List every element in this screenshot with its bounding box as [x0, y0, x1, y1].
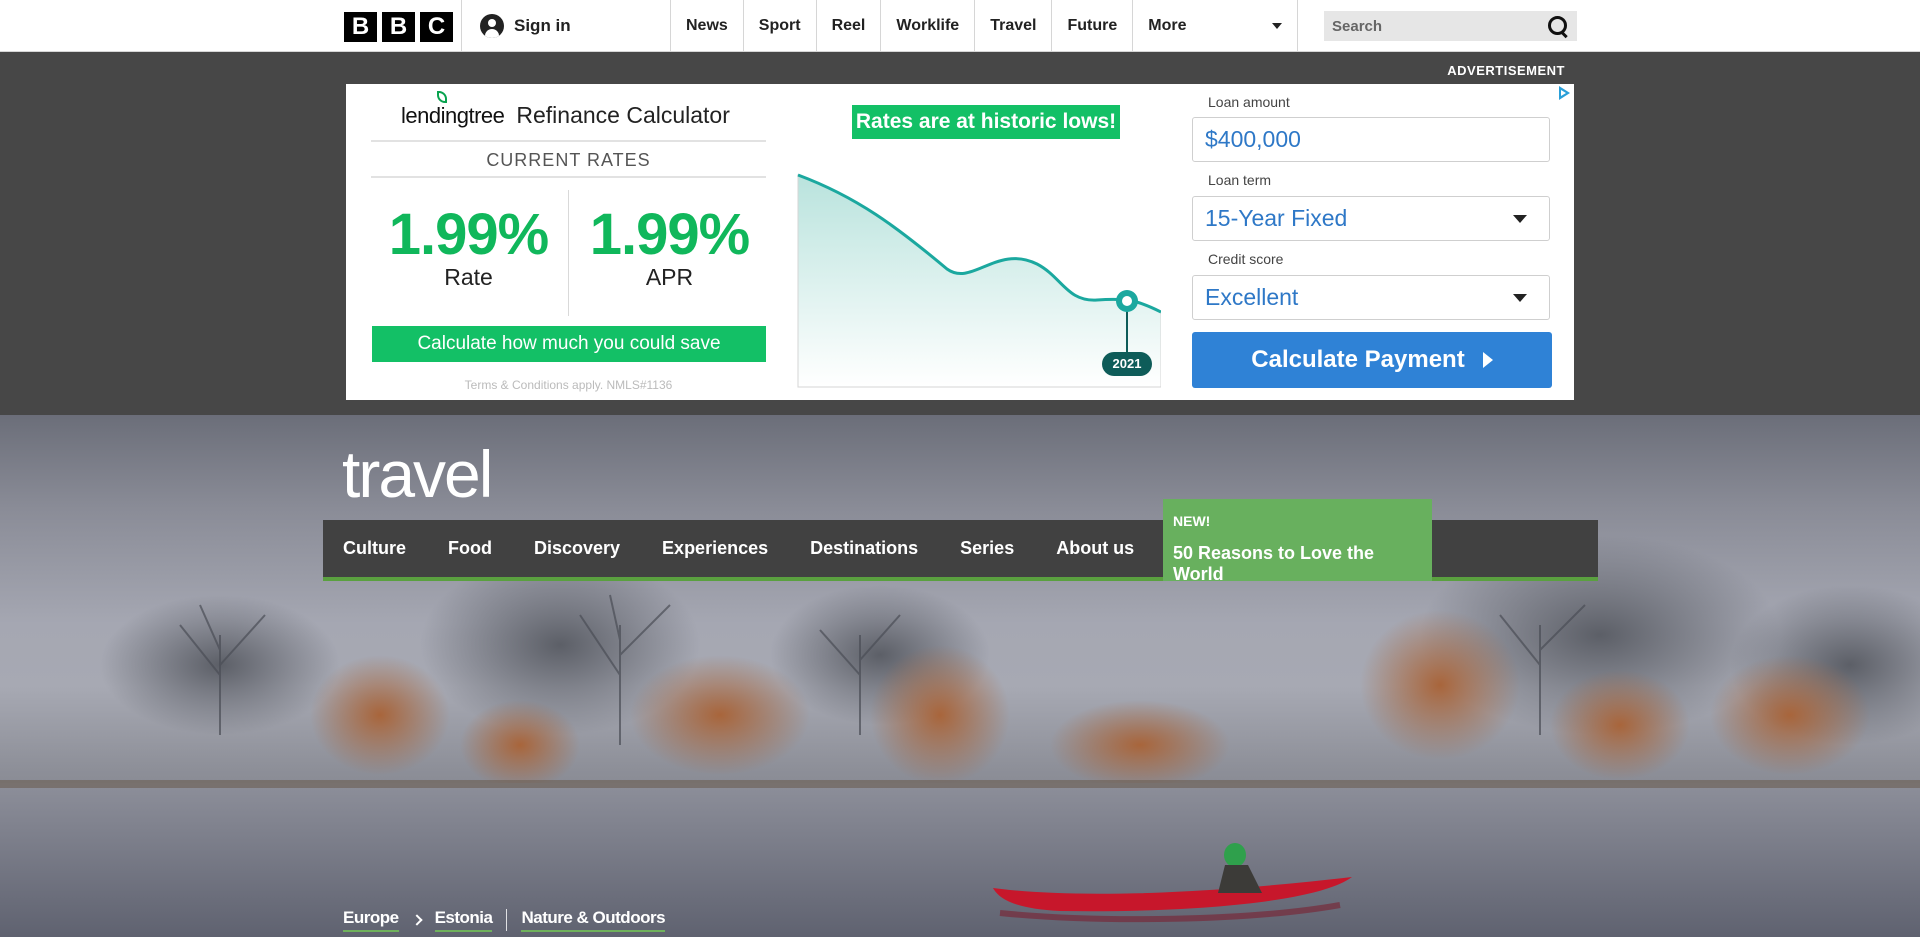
nav-more-label: More: [1148, 17, 1187, 34]
lendingtree-logo: lendingtree Refinance Calculator: [401, 91, 730, 129]
loan-amount-label: Loan amount: [1208, 94, 1290, 110]
tnav-food[interactable]: Food: [428, 520, 514, 577]
breadcrumb-divider: [506, 909, 508, 931]
chevron-right-icon: [410, 914, 423, 926]
hero-image: travel Culture Food Discovery Experience…: [0, 415, 1920, 937]
rate-label: Rate: [444, 264, 493, 290]
loan-term-value: 15-Year Fixed: [1205, 205, 1348, 231]
nav-sport[interactable]: Sport: [742, 0, 816, 52]
breadcrumb-nature-outdoors[interactable]: Nature & Outdoors: [521, 908, 666, 932]
chevron-down-icon: [1513, 293, 1527, 302]
bbc-logo-letter: B: [344, 12, 377, 42]
chevron-down-icon: [1513, 214, 1527, 223]
sign-in-label: Sign in: [514, 16, 571, 35]
loan-term-label: Loan term: [1208, 172, 1272, 188]
user-icon: [480, 14, 504, 38]
search-input[interactable]: [1332, 17, 1532, 35]
bbc-logo[interactable]: B B C: [344, 12, 453, 42]
tnav-series[interactable]: Series: [940, 520, 1036, 577]
landscape-illustration: [0, 535, 1920, 937]
current-rates-label: CURRENT RATES: [486, 150, 651, 170]
new-tag: NEW!: [1173, 513, 1211, 529]
calculate-savings-button[interactable]: Calculate how much you could save: [372, 326, 766, 362]
loan-amount-value: $400,000: [1205, 126, 1301, 152]
tnav-destinations[interactable]: Destinations: [790, 520, 940, 577]
play-icon: [1482, 352, 1493, 368]
divider: [371, 176, 766, 178]
promo-title: 50 Reasons to Love the World: [1173, 543, 1375, 584]
apr-block: 1.99% APR: [572, 206, 767, 291]
rate-value: 1.99%: [388, 202, 549, 267]
breadcrumb-estonia[interactable]: Estonia: [434, 908, 493, 932]
nav-more-button[interactable]: More: [1132, 0, 1299, 52]
calculate-payment-label: Calculate Payment: [1251, 346, 1465, 373]
tnav-feature-promo[interactable]: NEW! 50 Reasons to Love the World: [1163, 499, 1432, 584]
headline-badge: Rates are at historic lows!: [852, 105, 1120, 139]
tnav-culture[interactable]: Culture: [323, 520, 428, 577]
sign-in-button[interactable]: Sign in: [461, 0, 671, 52]
divider: [371, 140, 766, 142]
search-icon[interactable]: [1547, 15, 1569, 37]
calculate-payment-button[interactable]: Calculate Payment: [1192, 332, 1552, 388]
ad-band: ADVERTISEMENT lendingtree Refinance Calc…: [0, 52, 1920, 415]
apr-value: 1.99%: [589, 202, 750, 267]
brand-name: lendingtree: [401, 91, 505, 129]
search-box: [1324, 11, 1577, 41]
apr-label: APR: [645, 264, 694, 290]
year-badge: 2021: [1102, 352, 1152, 376]
credit-score-select[interactable]: Excellent: [1192, 275, 1550, 320]
tnav-about-us[interactable]: About us: [1036, 520, 1156, 577]
marker-point-inner: [1122, 296, 1132, 306]
nav-worklife[interactable]: Worklife: [880, 0, 974, 52]
credit-score-value: Excellent: [1205, 284, 1299, 310]
credit-score-label: Credit score: [1208, 251, 1284, 267]
bbc-logo-letter: C: [420, 12, 453, 42]
nav-future[interactable]: Future: [1051, 0, 1132, 52]
bbc-logo-letter: B: [382, 12, 415, 42]
breadcrumb-europe[interactable]: Europe: [343, 908, 399, 932]
bbc-nav: News Sport Reel Worklife Travel Future M…: [670, 0, 1299, 52]
breadcrumb: Europe Estonia Nature & Outdoors: [343, 908, 666, 932]
nav-news[interactable]: News: [670, 0, 743, 52]
tnav-discovery[interactable]: Discovery: [514, 520, 642, 577]
rate-block: 1.99% Rate: [371, 206, 566, 291]
ad-banner[interactable]: lendingtree Refinance Calculator CURRENT…: [346, 84, 1574, 400]
loan-amount-field[interactable]: $400,000: [1192, 117, 1550, 162]
tnav-experiences[interactable]: Experiences: [642, 520, 790, 577]
leaf-icon: [437, 91, 447, 103]
bbc-header: B B C Sign in News Sport Reel Worklife T…: [0, 0, 1920, 52]
ad-label: ADVERTISEMENT: [1447, 63, 1565, 78]
divider: [568, 190, 569, 316]
travel-nav: Culture Food Discovery Experiences Desti…: [323, 499, 1598, 584]
nav-travel[interactable]: Travel: [974, 0, 1051, 52]
loan-term-select[interactable]: 15-Year Fixed: [1192, 196, 1550, 241]
product-name: Refinance Calculator: [516, 102, 730, 128]
terms-text: Terms & Conditions apply. NMLS#1136: [464, 378, 673, 392]
chevron-down-icon: [1272, 23, 1283, 29]
brand-text: lendingtree: [401, 103, 505, 128]
travel-logo[interactable]: travel: [342, 436, 493, 512]
adchoices-icon[interactable]: [1559, 86, 1570, 100]
nav-reel[interactable]: Reel: [815, 0, 881, 52]
